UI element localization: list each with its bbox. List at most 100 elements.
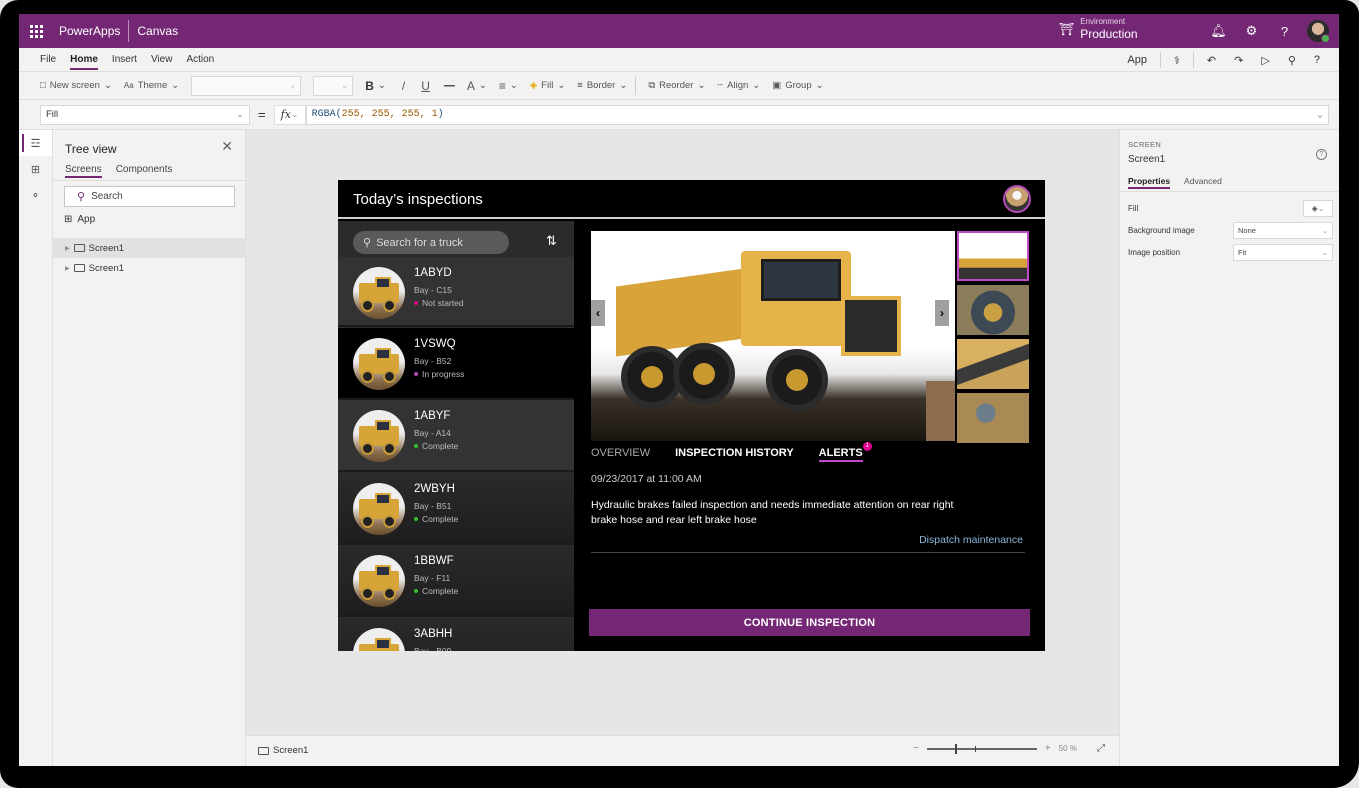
- user-avatar[interactable]: [1307, 20, 1330, 43]
- truck-list-item[interactable]: 2WBYH Bay - B51 Complete: [338, 472, 574, 545]
- truck-search-input[interactable]: ⚲ Search for a truck: [353, 231, 509, 254]
- fill-button[interactable]: ◈ Fill ⌄: [530, 80, 565, 91]
- fit-to-window-icon[interactable]: ⤢: [1097, 743, 1105, 754]
- undo-icon[interactable]: ↶: [1198, 54, 1225, 67]
- app-button[interactable]: App: [1118, 54, 1156, 66]
- tab-components[interactable]: Components: [116, 164, 173, 178]
- truck-list: ⚲ Search for a truck ⇅ 1ABYD Bay - C15 Not…: [338, 221, 574, 651]
- bell-icon[interactable]: 🔔︎: [1202, 23, 1235, 39]
- font-family-dropdown[interactable]: ⌄: [191, 75, 302, 96]
- chevron-down-icon[interactable]: ⌄: [1317, 109, 1323, 121]
- tree-view-icon[interactable]: ☲: [19, 130, 52, 156]
- zoom-slider[interactable]: [926, 743, 1037, 754]
- screen-label: Screen1: [88, 262, 125, 274]
- inspector-avatar[interactable]: [1003, 185, 1031, 213]
- zoom-in-button[interactable]: +: [1045, 743, 1051, 754]
- help-icon[interactable]: ?: [1316, 149, 1327, 160]
- truck-bay: Bay - B52: [414, 355, 452, 366]
- tree-item-screen[interactable]: ▶ Screen1: [53, 258, 246, 278]
- next-image-button[interactable]: ›: [935, 300, 949, 326]
- font-color-button[interactable]: A ⌄: [467, 79, 487, 93]
- truck-bay: Bay - F11: [414, 573, 451, 583]
- tab-properties[interactable]: Properties: [1128, 176, 1171, 189]
- gear-icon[interactable]: ⚙: [1235, 23, 1268, 39]
- border-button[interactable]: ≡ Border ⌄: [577, 80, 627, 91]
- zoom-slider-thumb[interactable]: [954, 743, 957, 754]
- zoom-slider-tick: [974, 745, 976, 752]
- chevron-down-icon: ⌄: [557, 80, 566, 91]
- status-label: In progress: [422, 368, 465, 379]
- close-icon[interactable]: ✕: [221, 138, 233, 155]
- tree-view-panel: Tree view ✕ Screens Components ⚲ Search …: [53, 130, 246, 766]
- previous-image-button[interactable]: ‹: [591, 300, 605, 326]
- group-button[interactable]: ▣ Group ⌄: [772, 80, 823, 91]
- property-label: Background image: [1128, 226, 1195, 235]
- menu-insert[interactable]: Insert: [112, 52, 137, 67]
- thumbnail-image[interactable]: [957, 231, 1029, 281]
- chevron-down-icon: ⌄: [171, 80, 180, 91]
- tab-alerts[interactable]: ALERTS 1: [818, 442, 872, 462]
- property-dropdown[interactable]: Fill ⌄: [40, 104, 250, 125]
- current-screen-indicator[interactable]: Screen1: [258, 745, 308, 756]
- truck-list-item[interactable]: 1ABYD Bay - C15 Not started: [338, 257, 574, 327]
- thumbnail-image[interactable]: [957, 393, 1029, 443]
- expand-caret-icon[interactable]: ▶: [65, 265, 70, 272]
- tab-screens[interactable]: Screens: [65, 164, 102, 178]
- redo-icon[interactable]: ↷: [1225, 54, 1252, 67]
- strikethrough-button[interactable]: —: [444, 80, 455, 92]
- brand-name[interactable]: PowerApps: [59, 20, 130, 42]
- share-icon[interactable]: ⚲: [1279, 54, 1305, 67]
- reorder-button[interactable]: ⧉ Reorder ⌄: [648, 80, 705, 91]
- italic-button[interactable]: /: [402, 79, 405, 93]
- thumbnail-image[interactable]: [957, 339, 1029, 389]
- play-icon[interactable]: ▷: [1252, 54, 1278, 67]
- tree-item-app[interactable]: ⊞ App: [64, 214, 95, 225]
- chevron-down-icon: ⌄: [619, 80, 628, 91]
- zoom-value: 50: [1058, 744, 1068, 753]
- tree-item-screen[interactable]: ▶ Screen1: [53, 238, 246, 258]
- fx-button[interactable]: fx ⌄: [273, 104, 306, 125]
- truck-list-item[interactable]: 1VSWQ Bay - B52 In progress: [338, 327, 574, 400]
- property-row-background-image: Background image None ⌄: [1128, 222, 1333, 239]
- zoom-out-button[interactable]: −: [913, 743, 919, 754]
- formula-input[interactable]: RGBA(255, 255, 255, 1) ⌄: [305, 104, 1329, 125]
- dispatch-maintenance-link[interactable]: Dispatch maintenance: [919, 534, 1023, 546]
- font-size-dropdown[interactable]: ⌄: [313, 75, 354, 96]
- text-align-button[interactable]: ≡ ⌄: [499, 79, 518, 93]
- insert-components-icon[interactable]: ⊞: [19, 156, 52, 182]
- thumbnail-image[interactable]: [957, 285, 1029, 335]
- continue-inspection-button[interactable]: CONTINUE INSPECTION: [589, 609, 1030, 636]
- truck-list-item[interactable]: 3ABHH Bay - B09: [338, 617, 574, 651]
- align-button[interactable]: ┄ Align ⌄: [717, 80, 760, 91]
- bold-button[interactable]: B ⌄: [365, 79, 386, 93]
- underline-button[interactable]: U: [421, 79, 430, 93]
- app-screen-preview[interactable]: Today’s inspections ⚲ Search for a truck…: [338, 180, 1045, 651]
- status-label: Complete: [422, 513, 459, 524]
- menu-home[interactable]: Home: [70, 52, 98, 70]
- expand-caret-icon[interactable]: ▶: [65, 245, 70, 252]
- menu-file[interactable]: File: [40, 52, 56, 67]
- theme-button[interactable]: Aa Theme ⌄: [124, 80, 179, 91]
- tab-inspection-history[interactable]: INSPECTION HISTORY: [675, 447, 794, 462]
- fill-color-picker[interactable]: ◈ ⌄: [1303, 200, 1333, 217]
- current-screen-label: Screen1: [273, 745, 309, 756]
- help-icon[interactable]: ?: [1268, 24, 1301, 39]
- help-icon[interactable]: ?: [1305, 54, 1329, 66]
- truck-list-item[interactable]: 1BBWF Bay - F11 Complete: [338, 545, 574, 617]
- tab-overview[interactable]: OVERVIEW: [591, 447, 650, 462]
- new-screen-button[interactable]: □ New screen ⌄: [40, 80, 112, 91]
- menu-action[interactable]: Action: [186, 52, 214, 67]
- background-image-dropdown[interactable]: None ⌄: [1233, 222, 1333, 239]
- tab-advanced[interactable]: Advanced: [1184, 176, 1222, 189]
- truck-id: 2WBYH: [414, 482, 455, 495]
- waffle-icon[interactable]: [19, 14, 53, 48]
- image-position-dropdown[interactable]: Fit ⌄: [1233, 244, 1333, 261]
- app-checker-icon[interactable]: ⚕: [1165, 54, 1189, 67]
- sort-icon[interactable]: ⇅: [546, 233, 557, 249]
- data-sources-icon[interactable]: ⚬: [19, 182, 52, 208]
- environment-picker[interactable]: ⛩ Environment Production: [1059, 17, 1138, 41]
- menu-view[interactable]: View: [151, 52, 173, 67]
- tree-search-input[interactable]: ⚲ Search: [64, 186, 235, 207]
- chevron-down-icon: ⌄: [509, 80, 518, 91]
- truck-list-item[interactable]: 1ABYF Bay - A14 Complete: [338, 400, 574, 472]
